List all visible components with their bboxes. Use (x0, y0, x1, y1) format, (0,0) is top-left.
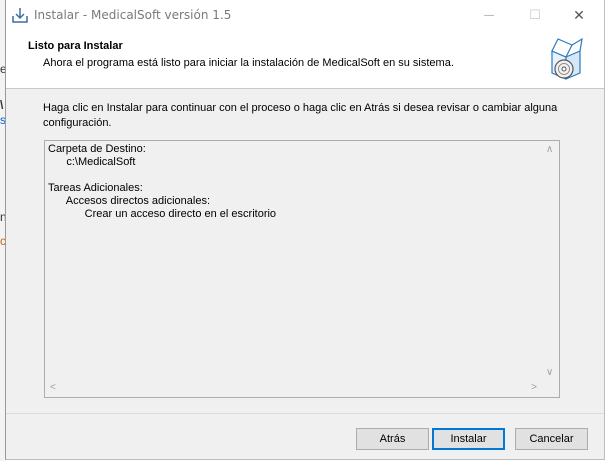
page-subtitle: Ahora el programa está listo para inicia… (43, 57, 454, 69)
memo-line: Crear un acceso directo en el escritorio (48, 208, 277, 220)
page-title: Listo para Instalar (28, 40, 123, 52)
footer-divider (6, 413, 604, 414)
background-fragment: \ (0, 98, 4, 112)
minimize-icon: — (484, 9, 494, 21)
setup-box-cd-icon (551, 37, 583, 80)
wizard-header: Listo para Instalar Ahora el programa es… (6, 30, 604, 89)
back-button[interactable]: Atrás (356, 428, 429, 450)
install-summary-memo[interactable]: Carpeta de Destino: c:\MedicalSoft Tarea… (44, 140, 560, 398)
memo-content: Carpeta de Destino: c:\MedicalSoft Tarea… (48, 143, 276, 221)
installer-window: Instalar - MedicalSoft versión 1.5 — ☐ ✕… (5, 0, 605, 460)
close-icon: ✕ (573, 6, 585, 23)
memo-line: Accesos directos adicionales: (48, 195, 211, 207)
scroll-left-icon[interactable]: < (50, 382, 56, 393)
memo-line: Carpeta de Destino: (48, 143, 146, 155)
cancel-button[interactable]: Cancelar (515, 428, 588, 450)
maximize-button[interactable]: ☐ (512, 0, 558, 30)
memo-line: c:\MedicalSoft (48, 156, 136, 168)
maximize-icon: ☐ (529, 7, 541, 22)
scroll-right-icon[interactable]: > (531, 382, 537, 393)
installer-download-icon (12, 8, 28, 23)
window-title: Instalar - MedicalSoft versión 1.5 (34, 8, 232, 22)
scrollbar-corner (542, 380, 559, 397)
instructions-text: Haga clic en Instalar para continuar con… (43, 102, 558, 129)
memo-line (48, 169, 276, 182)
install-button[interactable]: Instalar (432, 428, 505, 450)
memo-line: Tareas Adicionales: (48, 182, 143, 194)
horizontal-scrollbar[interactable]: < > (45, 380, 542, 397)
title-bar[interactable]: Instalar - MedicalSoft versión 1.5 — ☐ ✕ (6, 0, 604, 30)
close-button[interactable]: ✕ (556, 0, 602, 30)
scroll-down-icon[interactable]: ∨ (546, 367, 553, 378)
minimize-button[interactable]: — (466, 0, 512, 30)
vertical-scrollbar[interactable]: ∧ ∨ (542, 141, 559, 381)
scroll-up-icon[interactable]: ∧ (546, 144, 553, 155)
